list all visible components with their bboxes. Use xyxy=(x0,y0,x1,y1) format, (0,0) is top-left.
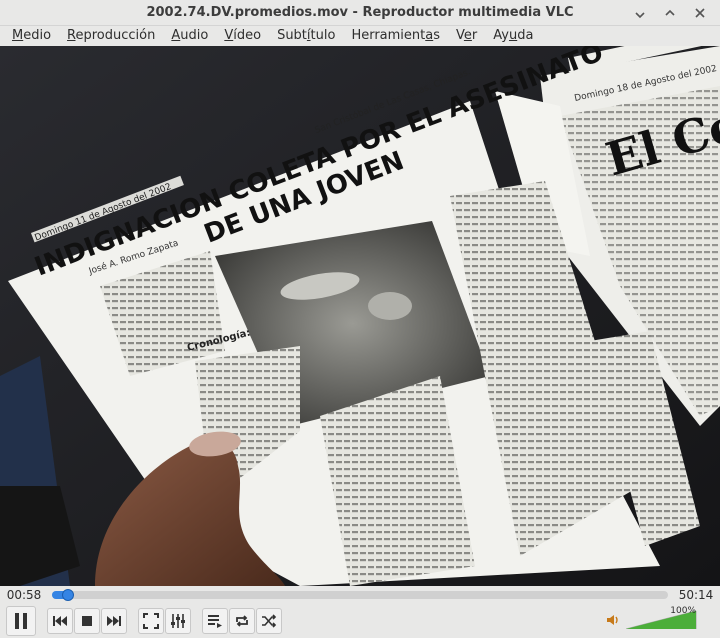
fullscreen-button[interactable] xyxy=(138,608,164,634)
menu-subtitle-label-a: Subt xyxy=(277,28,307,43)
menu-playback-label-b: eproducción xyxy=(75,28,156,43)
close-button[interactable] xyxy=(690,3,710,23)
minimize-button[interactable] xyxy=(630,3,650,23)
window-controls xyxy=(630,3,710,23)
menu-playback[interactable]: Reproducción xyxy=(59,27,163,45)
menu-media-label-b: edio xyxy=(23,28,52,43)
minimize-icon xyxy=(635,12,645,19)
photo-detail xyxy=(368,292,412,320)
fullscreen-icon xyxy=(143,613,159,629)
previous-button[interactable] xyxy=(47,608,73,634)
menu-help-label-a: Ay xyxy=(493,28,509,43)
video-frame-image: Domingo 18 de Agosto del 2002 El Cole Do… xyxy=(0,46,720,586)
playlist-button[interactable] xyxy=(202,608,228,634)
menu-help-label-b: da xyxy=(517,28,534,43)
menu-view-label-a: V xyxy=(456,28,464,43)
menu-subtitle[interactable]: Subtítulo xyxy=(269,27,343,45)
volume-control: 100% xyxy=(606,606,698,630)
shuffle-button[interactable] xyxy=(256,608,282,634)
seek-slider[interactable] xyxy=(52,589,668,601)
previous-icon xyxy=(53,616,67,626)
menu-help-mnemonic: u xyxy=(508,28,518,43)
menu-video-mnemonic: V xyxy=(224,28,234,43)
next-icon xyxy=(107,616,121,626)
total-time: 50:14 xyxy=(678,588,714,602)
stop-button[interactable] xyxy=(74,608,100,634)
menu-help[interactable]: Ayuda xyxy=(485,27,541,45)
speaker-icon[interactable] xyxy=(606,613,620,627)
menu-audio[interactable]: Audio xyxy=(163,27,216,45)
menu-view-label-b: r xyxy=(471,28,478,43)
menu-tools-label-a: Herramient xyxy=(351,28,426,43)
video-frame[interactable]: Domingo 18 de Agosto del 2002 El Cole Do… xyxy=(0,46,720,586)
maximize-icon xyxy=(665,9,675,16)
menu-video-label-b: ídeo xyxy=(233,28,262,43)
shuffle-icon xyxy=(262,614,277,628)
menu-subtitle-label-b: tulo xyxy=(310,28,336,43)
menu-view-mnemonic: e xyxy=(463,28,472,43)
menu-video[interactable]: Vídeo xyxy=(216,27,269,45)
seek-bar: 00:58 50:14 xyxy=(0,586,720,604)
stop-icon xyxy=(82,616,92,626)
loop-button[interactable] xyxy=(229,608,255,634)
menu-audio-mnemonic: A xyxy=(171,28,181,43)
loop-icon xyxy=(236,615,248,627)
pause-icon xyxy=(15,613,27,629)
seek-handle[interactable] xyxy=(61,589,74,601)
elapsed-time: 00:58 xyxy=(6,588,42,602)
menu-playback-mnemonic: R xyxy=(67,28,76,43)
menu-tools-label-b: s xyxy=(433,28,440,43)
control-bar: 100% xyxy=(0,604,720,638)
close-icon xyxy=(695,8,705,18)
playlist-icon xyxy=(208,615,222,628)
equalizer-icon xyxy=(171,614,185,628)
title-bar: 2002.74.DV.promedios.mov - Reproductor m… xyxy=(0,0,720,26)
menu-audio-label-b: udio xyxy=(180,28,209,43)
window-title: 2002.74.DV.promedios.mov - Reproductor m… xyxy=(146,5,574,20)
extended-settings-button[interactable] xyxy=(165,608,191,634)
menu-view[interactable]: Ver xyxy=(448,27,485,45)
volume-percent: 100% xyxy=(670,606,696,616)
menu-media[interactable]: Medio xyxy=(4,27,59,45)
pause-button[interactable] xyxy=(6,606,36,636)
menu-bar: Medio Reproducción Audio Vídeo Subtítulo… xyxy=(0,26,720,46)
next-button[interactable] xyxy=(101,608,127,634)
menu-media-mnemonic: M xyxy=(12,28,24,43)
maximize-button[interactable] xyxy=(660,3,680,23)
menu-tools[interactable]: Herramientas xyxy=(343,27,448,45)
